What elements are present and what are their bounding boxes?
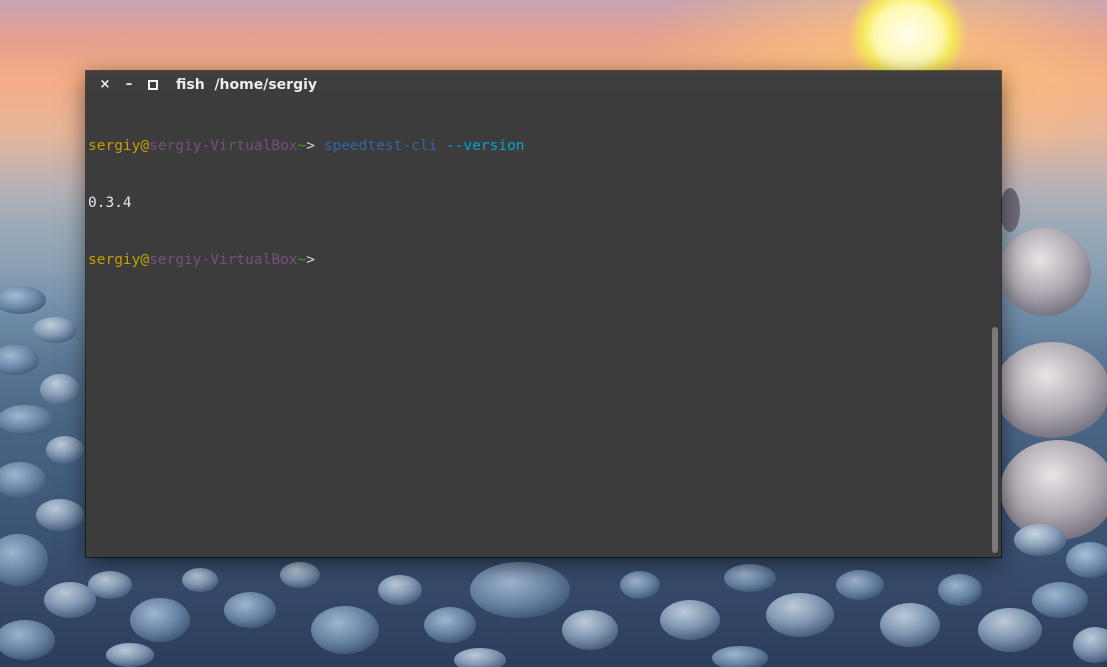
window-title-path: /home/sergiy <box>214 77 318 93</box>
close-icon[interactable]: × <box>98 78 112 92</box>
prompt-user: sergiy <box>88 138 141 154</box>
terminal-line: sergiy@sergiy-VirtualBox~> speedtest-cli… <box>88 137 978 156</box>
prompt-symbol: > <box>306 252 315 268</box>
terminal-window[interactable]: × – fish /home/sergiy sergiy@sergiy-Virt… <box>86 71 1001 557</box>
prompt-at: @ <box>140 252 150 268</box>
prompt-host: sergiy-VirtualBox <box>149 252 298 268</box>
terminal-output-line: 0.3.4 <box>88 195 132 211</box>
minimize-icon[interactable]: – <box>122 78 136 92</box>
window-title-app: fish <box>176 77 205 93</box>
prompt-symbol: > <box>306 138 324 154</box>
command-text: speedtest-cli <box>323 138 438 154</box>
window-titlebar[interactable]: × – fish /home/sergiy <box>86 71 1001 101</box>
maximize-icon[interactable] <box>146 78 160 92</box>
terminal-output[interactable]: sergiy@sergiy-VirtualBox~> speedtest-cli… <box>88 99 978 549</box>
terminal-line: sergiy@sergiy-VirtualBox~> <box>88 251 978 270</box>
window-title: fish /home/sergiy <box>176 77 317 93</box>
prompt-at: @ <box>140 138 150 154</box>
command-argument: --version <box>437 138 525 154</box>
prompt-host: sergiy-VirtualBox <box>149 138 298 154</box>
scrollbar[interactable] <box>992 327 998 553</box>
prompt-user: sergiy <box>88 252 141 268</box>
prompt-cwd: ~ <box>297 252 307 268</box>
prompt-cwd: ~ <box>297 138 307 154</box>
desktop-wallpaper: × – fish /home/sergiy sergiy@sergiy-Virt… <box>0 0 1107 667</box>
